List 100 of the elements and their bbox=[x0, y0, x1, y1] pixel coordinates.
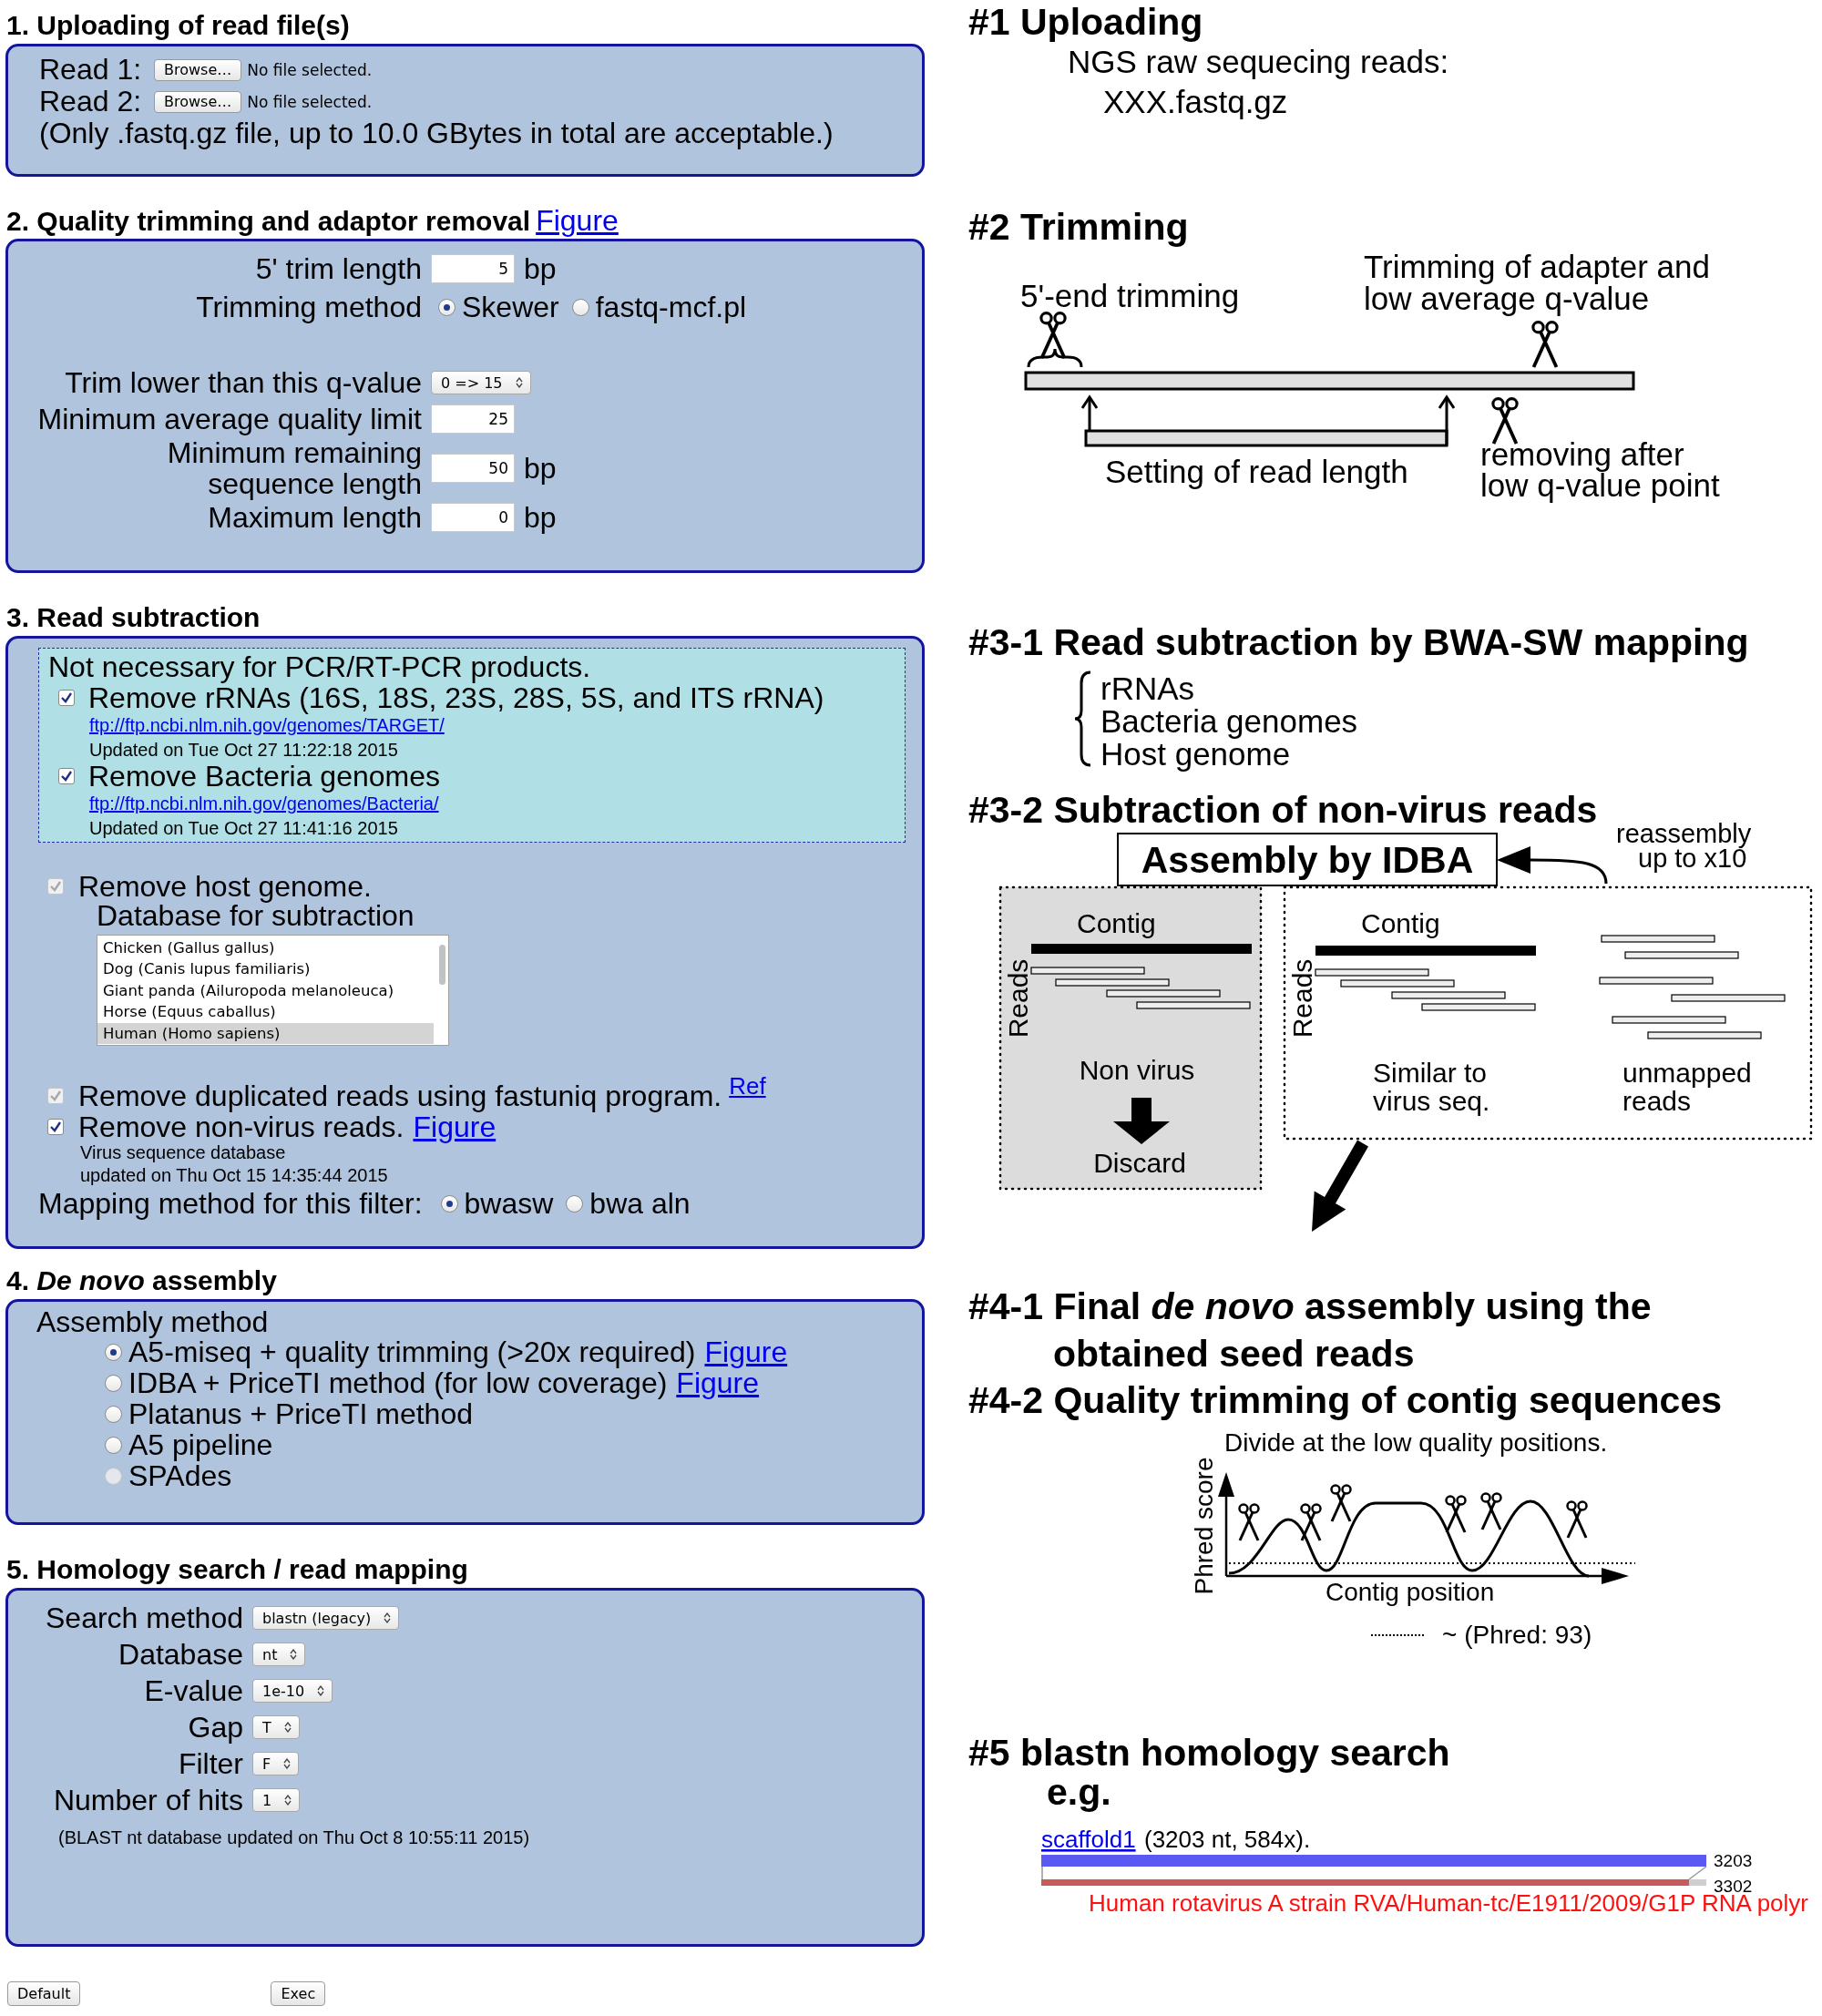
updown-arrows-icon bbox=[284, 1795, 292, 1806]
database-note: (BLAST nt database updated on Thu Oct 8 10:55:11 2015) bbox=[57, 1827, 531, 1849]
updown-arrows-icon bbox=[283, 1758, 292, 1769]
figure-link[interactable]: Figure bbox=[704, 1335, 788, 1369]
chart-caption: Divide at the low quality positions. bbox=[1224, 1428, 1608, 1457]
unit-label: bp bbox=[524, 451, 557, 486]
annotation-text: 5'-end trimming bbox=[1020, 278, 1240, 313]
figure-text: NGS raw sequecing reads: bbox=[1068, 44, 1449, 79]
arrow bbox=[1438, 394, 1456, 445]
dropdown[interactable]: 0 => 15 bbox=[431, 371, 531, 394]
unit-label: bp bbox=[524, 500, 557, 535]
option-label: bwa aln bbox=[589, 1186, 691, 1221]
option-label: Skewer bbox=[462, 290, 559, 324]
figure-link[interactable]: Figure bbox=[536, 204, 619, 237]
section-heading: 4. De novo assembly bbox=[5, 1264, 278, 1297]
form-button[interactable]: Exec bbox=[271, 1981, 326, 2006]
annotation-text: Trimming of adapter and low average q-value bbox=[1364, 249, 1710, 316]
checkbox[interactable] bbox=[58, 768, 75, 784]
browse-button[interactable]: Browse… bbox=[154, 90, 242, 113]
option-label: bwasw bbox=[464, 1186, 554, 1221]
database-link[interactable]: ftp://ftp.ncbi.nlm.nih.gov/genomes/TARGET/ bbox=[89, 715, 445, 735]
field-label: Trim lower than this q-value bbox=[64, 367, 422, 398]
form-button[interactable]: Default bbox=[7, 1981, 81, 2006]
dropdown[interactable]: 1e-10 bbox=[252, 1679, 333, 1703]
arrow bbox=[1113, 1098, 1170, 1144]
updown-arrows-icon bbox=[384, 1612, 392, 1623]
number-field[interactable]: 0 bbox=[431, 503, 515, 532]
arrow bbox=[1080, 394, 1099, 431]
figure-heading: #2 Trimming bbox=[968, 206, 1189, 248]
axis-label: Contig position bbox=[1326, 1578, 1495, 1606]
axis-label: Phred score bbox=[1190, 1457, 1218, 1595]
checkbox[interactable] bbox=[58, 690, 75, 706]
number-field[interactable]: 5 bbox=[431, 254, 515, 283]
figure-heading: obtained seed reads bbox=[1053, 1333, 1415, 1375]
assembler-box: Assembly by IDBA bbox=[1117, 833, 1498, 886]
radio-button[interactable] bbox=[105, 1436, 122, 1454]
figure-heading: #3-2 Subtraction of non-virus reads bbox=[968, 789, 1598, 831]
file-status: No file selected. bbox=[247, 60, 373, 79]
radio-button[interactable] bbox=[566, 1194, 584, 1213]
radio-button[interactable] bbox=[440, 1194, 458, 1213]
section-heading: 3. Read subtraction bbox=[5, 601, 261, 634]
query-link[interactable]: scaffold1 bbox=[1041, 1826, 1136, 1853]
figure-heading: #5 blastn homology search bbox=[968, 1732, 1450, 1774]
updown-arrows-icon bbox=[290, 1649, 298, 1660]
annotation-text: Non virus bbox=[1079, 1055, 1195, 1085]
field-label: Search method bbox=[45, 1601, 243, 1635]
update-date: Updated on Tue Oct 27 11:41:16 2015 bbox=[88, 817, 399, 840]
annotation-text: Similar to virus seq. bbox=[1373, 1058, 1490, 1116]
browse-button[interactable]: Browse… bbox=[154, 58, 242, 81]
updown-arrows-icon bbox=[317, 1685, 325, 1696]
length-label: 3203 bbox=[1714, 1851, 1753, 1870]
brace bbox=[1027, 347, 1083, 368]
figure-heading: #4-2 Quality trimming of contig sequences bbox=[968, 1379, 1722, 1421]
checkbox-label: Remove Bacteria genomes bbox=[88, 759, 440, 793]
field-label: Filter bbox=[177, 1746, 243, 1781]
number-field[interactable]: 25 bbox=[431, 404, 515, 434]
number-field[interactable]: 50 bbox=[431, 454, 515, 483]
radio-button[interactable] bbox=[105, 1374, 122, 1392]
update-date: Updated on Tue Oct 27 11:22:18 2015 bbox=[88, 739, 399, 762]
scrollbar[interactable] bbox=[439, 945, 445, 985]
updown-arrows-icon bbox=[283, 1722, 292, 1733]
upload-note: (Only .fastq.gz file, up to 10.0 GBytes in total are acceptable.) bbox=[39, 118, 834, 148]
axis-label: Reads bbox=[1003, 958, 1033, 1039]
dropdown[interactable]: F bbox=[252, 1752, 300, 1776]
scissors-icon bbox=[1531, 321, 1559, 368]
section-heading: 5. Homology search / read mapping bbox=[5, 1553, 469, 1586]
axis-label: Reads bbox=[1287, 958, 1317, 1039]
query-info: (3203 nt, 584x). bbox=[1144, 1826, 1311, 1853]
field-label: 5' trim length bbox=[254, 253, 422, 284]
field-label: Minimum average quality limit bbox=[36, 404, 422, 435]
field-label: Maximum length bbox=[207, 502, 422, 533]
dropdown[interactable]: blastn (legacy) bbox=[252, 1606, 400, 1630]
figure-heading: #4-1 Final de novo assembly using the bbox=[967, 1285, 1653, 1327]
field-label: Number of hits bbox=[52, 1783, 243, 1817]
radio-button[interactable] bbox=[105, 1405, 122, 1423]
checkbox[interactable] bbox=[47, 1119, 64, 1135]
radio-button[interactable] bbox=[571, 298, 589, 316]
unit-label: bp bbox=[524, 251, 557, 286]
section-heading: 1. Uploading of read file(s) bbox=[5, 9, 351, 42]
radio-button[interactable] bbox=[438, 298, 456, 316]
option-label: A5 pipeline bbox=[128, 1428, 273, 1462]
database-note: Virus sequence database bbox=[79, 1141, 287, 1164]
dropdown[interactable]: nt bbox=[252, 1642, 306, 1666]
figure-heading: #1 Uploading bbox=[968, 1, 1203, 43]
option-label: fastq-mcf.pl bbox=[595, 290, 747, 324]
annotation-text: reassembly up to x10 bbox=[1616, 819, 1752, 873]
field-label: Read 2: bbox=[39, 85, 143, 118]
field-label: Trimming method bbox=[195, 292, 422, 322]
radio-button[interactable] bbox=[105, 1343, 122, 1361]
field-label: Assembly method bbox=[36, 1307, 270, 1336]
figure-text: XXX.fastq.gz bbox=[1103, 84, 1288, 119]
target-text: rRNAs bbox=[1100, 670, 1195, 706]
annotation-text: removing after low q-value point bbox=[1480, 436, 1720, 503]
dropdown[interactable]: T bbox=[252, 1715, 300, 1739]
file-status: No file selected. bbox=[247, 92, 373, 111]
contig-label: Contig bbox=[1077, 908, 1156, 938]
database-link[interactable]: ftp://ftp.ncbi.nlm.nih.gov/genomes/Bacteria/ bbox=[89, 793, 439, 814]
legend-text: ~ (Phred: 93) bbox=[1442, 1621, 1592, 1649]
dropdown[interactable]: 1 bbox=[252, 1788, 301, 1812]
annotation-text: Discard bbox=[1093, 1148, 1186, 1178]
